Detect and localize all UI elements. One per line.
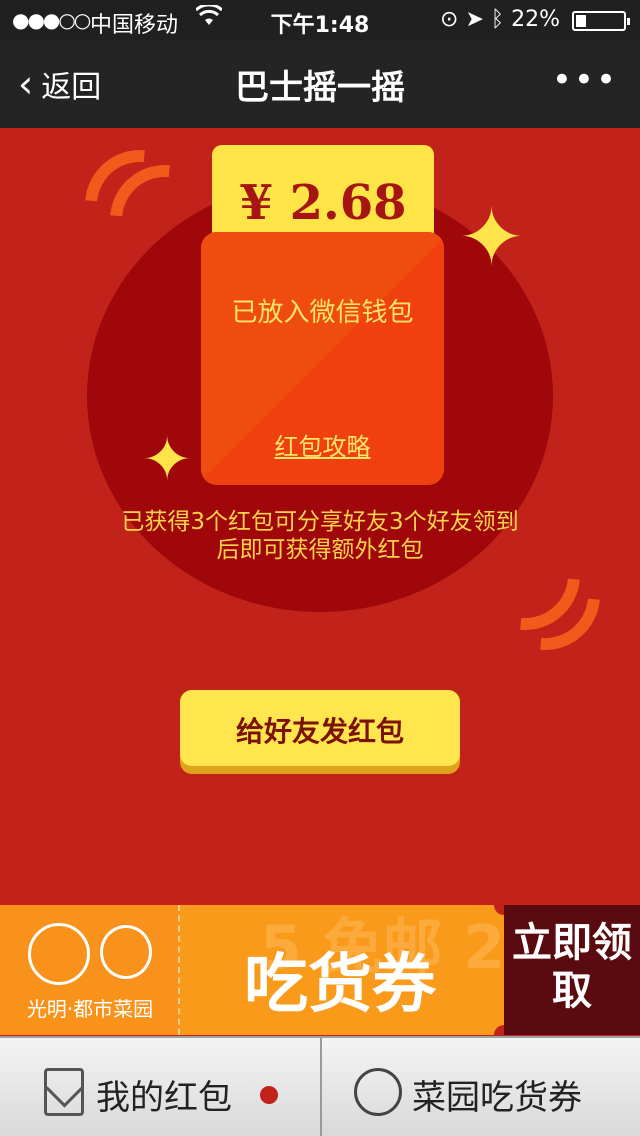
red-envelope: 已放入微信钱包 红包攻略 <box>201 232 444 485</box>
packet-amount: ¥ 2.68 <box>239 175 407 231</box>
share-info-text: 已获得3个红包可分享好友3个好友领到后即可获得额外红包 <box>121 509 519 563</box>
tab-label: 菜园吃货券 <box>412 1078 582 1118</box>
tab-label: 我的红包 <box>96 1078 232 1118</box>
share-button-label: 给好友发红包 <box>235 715 404 748</box>
brand-logo-icon <box>100 925 152 979</box>
navigation-bar: ‹ 返回 巴士摇一摇 ••• <box>0 40 640 128</box>
brand-logo-area: 光明·都市菜园 <box>0 905 180 1035</box>
sparkle-icon: ✦ <box>142 425 193 495</box>
bluetooth-icon: ᛒ <box>490 7 505 32</box>
status-bar: ●●●○○ 中国移动 下午1:48 ⊙ ➤ ᛒ 22% <box>0 0 640 40</box>
wallet-status: 已放入微信钱包 <box>231 298 414 328</box>
location-icon: ➤ <box>465 7 484 32</box>
status-icons: ⊙ ➤ ᛒ 22% <box>440 7 560 32</box>
tab-vouchers[interactable]: 菜园吃货券 <box>320 1038 640 1136</box>
envelope-icon <box>44 1068 84 1116</box>
claim-now-button[interactable]: 立即领取 <box>504 905 640 1035</box>
sparkle-icon: ✦ <box>458 191 526 284</box>
brand-name: 光明·都市菜园 <box>26 997 154 1021</box>
rotation-lock-icon: ⊙ <box>440 7 459 32</box>
bottom-tab-bar: 我的红包 菜园吃货券 <box>0 1036 640 1136</box>
voucher-logo-icon <box>354 1068 402 1116</box>
notification-dot <box>260 1086 278 1104</box>
share-packet-button[interactable]: 给好友发红包 <box>180 690 460 774</box>
battery-icon <box>572 11 630 31</box>
lightbulb-logo-icon <box>28 923 90 985</box>
more-options-icon[interactable]: ••• <box>552 60 618 100</box>
tab-my-packets[interactable]: 我的红包 <box>0 1038 320 1136</box>
voucher-ad-banner[interactable]: 光明·都市菜园 5 免邮 2 吃货券 立即领取 <box>0 905 640 1035</box>
battery-percent: 22% <box>511 7 560 32</box>
packet-guide-link[interactable]: 红包攻略 <box>201 427 444 462</box>
page-title: 巴士摇一摇 <box>235 68 405 108</box>
banner-headline: 吃货券 <box>244 948 436 1022</box>
